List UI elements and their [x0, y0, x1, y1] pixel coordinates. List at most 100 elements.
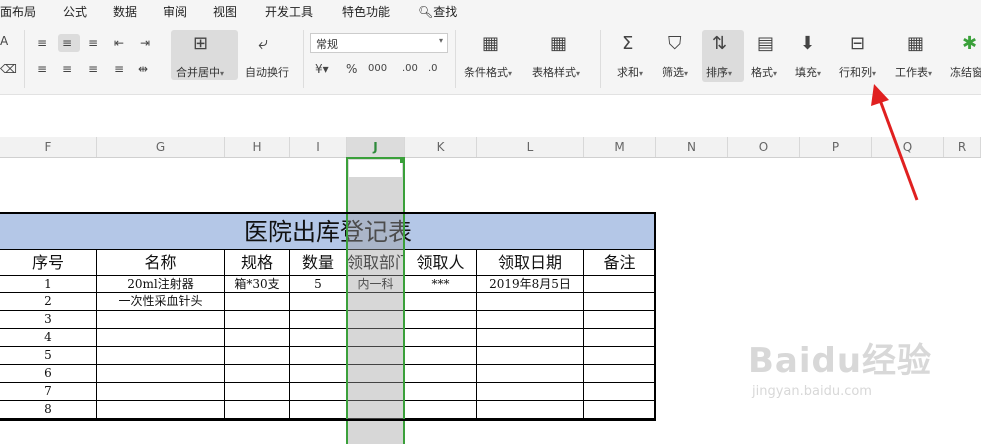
table-cell-name[interactable]: [97, 329, 225, 347]
filter-button[interactable]: 筛选▾: [662, 64, 688, 80]
header-note[interactable]: 备注: [584, 250, 656, 276]
align-right-icon[interactable]: ≡: [88, 62, 98, 76]
table-cell-name[interactable]: [97, 401, 225, 419]
table-cell-date[interactable]: [477, 329, 584, 347]
table-cell-note[interactable]: [584, 365, 656, 383]
align-center-icon[interactable]: ≡: [62, 62, 72, 76]
table-cell-seq[interactable]: 6: [0, 365, 97, 383]
menu-formulas[interactable]: 公式: [63, 3, 87, 20]
fill-button[interactable]: 填充▾: [795, 64, 821, 80]
align-left-icon[interactable]: ≡: [37, 62, 47, 76]
table-cell-seq[interactable]: 2: [0, 293, 97, 311]
table-cell-note[interactable]: [584, 347, 656, 365]
table-cell-receiver[interactable]: [405, 293, 477, 311]
indent-increase-icon[interactable]: ⇥: [140, 36, 150, 50]
table-cell-receiver[interactable]: [405, 311, 477, 329]
table-cell-note[interactable]: [584, 329, 656, 347]
table-cell-seq[interactable]: 7: [0, 383, 97, 401]
table-cell-receiver[interactable]: [405, 329, 477, 347]
table-cell-seq[interactable]: 5: [0, 347, 97, 365]
table-cell-name[interactable]: 一次性采血针头: [97, 293, 225, 311]
table-cell-spec[interactable]: [225, 311, 290, 329]
table-cell-qty[interactable]: [290, 401, 347, 419]
table-cell-date[interactable]: [477, 293, 584, 311]
conditional-format-button[interactable]: 条件格式▾: [464, 64, 512, 80]
table-cell-seq[interactable]: 1: [0, 276, 97, 293]
table-cell-date[interactable]: [477, 401, 584, 419]
table-cell-qty[interactable]: 5: [290, 276, 347, 293]
header-name[interactable]: 名称: [97, 250, 225, 276]
column-header-i[interactable]: I: [290, 137, 347, 157]
number-format-select[interactable]: 常规 ▾: [310, 33, 448, 53]
menu-developer[interactable]: 开发工具: [265, 3, 313, 20]
decrease-decimal-icon[interactable]: .0: [428, 62, 438, 76]
table-cell-spec[interactable]: 箱*30支: [225, 276, 290, 293]
table-cell-receiver[interactable]: [405, 347, 477, 365]
indent-decrease-icon[interactable]: ⇤: [114, 36, 124, 50]
search-button[interactable]: 🔍︎查找: [418, 3, 457, 20]
table-cell-date[interactable]: 2019年8月5日: [477, 276, 584, 293]
table-cell-note[interactable]: [584, 401, 656, 419]
header-seq[interactable]: 序号: [0, 250, 97, 276]
table-cell-receiver[interactable]: ***: [405, 276, 477, 293]
table-cell-spec[interactable]: [225, 347, 290, 365]
table-cell-date[interactable]: [477, 347, 584, 365]
column-header-j[interactable]: J: [347, 137, 405, 157]
table-cell-spec[interactable]: [225, 365, 290, 383]
table-cell-name[interactable]: [97, 383, 225, 401]
column-header-g[interactable]: G: [97, 137, 225, 157]
column-header-k[interactable]: K: [405, 137, 477, 157]
table-cell-spec[interactable]: [225, 293, 290, 311]
table-cell-qty[interactable]: [290, 347, 347, 365]
table-cell-date[interactable]: [477, 311, 584, 329]
menu-features[interactable]: 特色功能: [342, 3, 390, 20]
header-date[interactable]: 领取日期: [477, 250, 584, 276]
justify-icon[interactable]: ≡: [114, 62, 124, 76]
table-cell-name[interactable]: 20ml注射器: [97, 276, 225, 293]
table-cell-seq[interactable]: 8: [0, 401, 97, 419]
column-header-m[interactable]: M: [584, 137, 656, 157]
column-header-o[interactable]: O: [728, 137, 800, 157]
table-cell-spec[interactable]: [225, 329, 290, 347]
table-cell-name[interactable]: [97, 365, 225, 383]
menu-view[interactable]: 视图: [213, 3, 237, 20]
table-cell-qty[interactable]: [290, 383, 347, 401]
table-cell-note[interactable]: [584, 311, 656, 329]
menu-review[interactable]: 审阅: [163, 3, 187, 20]
table-cell-date[interactable]: [477, 365, 584, 383]
align-top-icon[interactable]: ≡: [37, 36, 47, 50]
table-cell-qty[interactable]: [290, 365, 347, 383]
column-header-h[interactable]: H: [225, 137, 290, 157]
currency-icon[interactable]: ¥▾: [315, 62, 329, 76]
table-cell-note[interactable]: [584, 276, 656, 293]
table-cell-note[interactable]: [584, 293, 656, 311]
merge-center-button[interactable]: 合并居中▾: [176, 64, 224, 80]
column-header-n[interactable]: N: [656, 137, 728, 157]
align-bottom-icon[interactable]: ≡: [88, 36, 98, 50]
menu-page-layout[interactable]: 面布局: [0, 3, 36, 20]
table-cell-receiver[interactable]: [405, 401, 477, 419]
table-cell-qty[interactable]: [290, 293, 347, 311]
table-cell-spec[interactable]: [225, 401, 290, 419]
clear-icon[interactable]: ⌫: [0, 62, 17, 76]
table-cell-spec[interactable]: [225, 383, 290, 401]
increase-decimal-icon[interactable]: .00: [402, 62, 418, 76]
table-cell-qty[interactable]: [290, 329, 347, 347]
table-cell-note[interactable]: [584, 383, 656, 401]
table-cell-name[interactable]: [97, 311, 225, 329]
header-qty[interactable]: 数量: [290, 250, 347, 276]
table-cell-receiver[interactable]: [405, 383, 477, 401]
menu-data[interactable]: 数据: [113, 3, 137, 20]
table-cell-name[interactable]: [97, 347, 225, 365]
table-cell-date[interactable]: [477, 383, 584, 401]
thousands-icon[interactable]: 000: [368, 62, 387, 76]
font-size-icon[interactable]: A: [0, 34, 8, 48]
formula-bar-area[interactable]: [0, 95, 981, 138]
freeze-button[interactable]: 冻结窗: [950, 64, 981, 80]
fill-handle[interactable]: [400, 158, 405, 163]
sum-button[interactable]: 求和▾: [617, 64, 643, 80]
table-cell-receiver[interactable]: [405, 365, 477, 383]
active-cell[interactable]: [349, 160, 402, 177]
column-header-r[interactable]: R: [944, 137, 981, 157]
column-header-l[interactable]: L: [477, 137, 584, 157]
